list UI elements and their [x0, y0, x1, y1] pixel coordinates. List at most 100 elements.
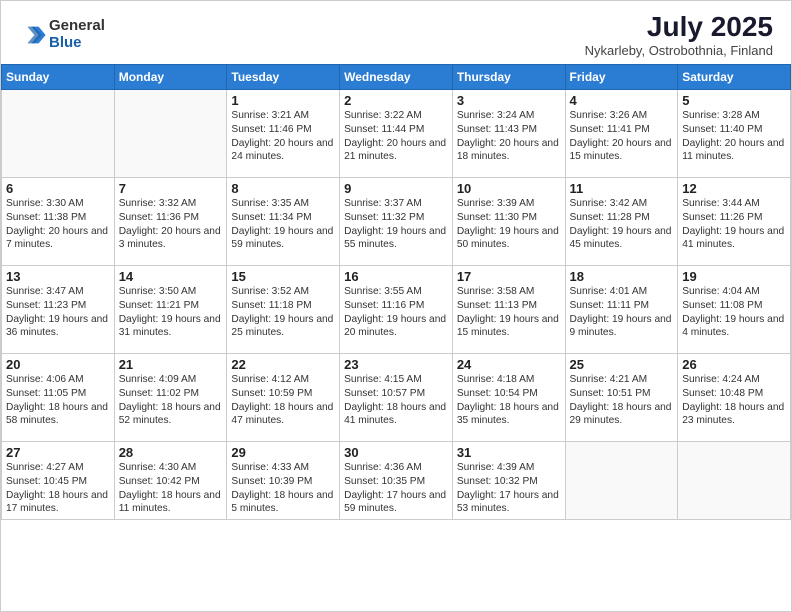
- day-cell: 3Sunrise: 3:24 AM Sunset: 11:43 PM Dayli…: [452, 90, 565, 178]
- col-monday: Monday: [114, 65, 227, 90]
- day-info: Sunrise: 3:24 AM Sunset: 11:43 PM Daylig…: [457, 109, 561, 164]
- day-cell: 26Sunrise: 4:24 AM Sunset: 10:48 PM Dayl…: [678, 354, 791, 442]
- week-row-2: 6Sunrise: 3:30 AM Sunset: 11:38 PM Dayli…: [2, 178, 791, 266]
- day-info: Sunrise: 4:04 AM Sunset: 11:08 PM Daylig…: [682, 285, 786, 340]
- day-info: Sunrise: 4:36 AM Sunset: 10:35 PM Daylig…: [344, 461, 448, 516]
- month-title: July 2025: [585, 11, 773, 43]
- day-number: 29: [231, 445, 335, 460]
- logo-text: General Blue: [49, 18, 105, 51]
- day-info: Sunrise: 3:50 AM Sunset: 11:21 PM Daylig…: [119, 285, 223, 340]
- calendar-page: General Blue July 2025 Nykarleby, Ostrob…: [0, 0, 792, 612]
- day-cell: 16Sunrise: 3:55 AM Sunset: 11:16 PM Dayl…: [340, 266, 453, 354]
- day-info: Sunrise: 3:37 AM Sunset: 11:32 PM Daylig…: [344, 197, 448, 252]
- day-number: 17: [457, 269, 561, 284]
- day-number: 31: [457, 445, 561, 460]
- day-number: 4: [570, 93, 674, 108]
- day-number: 2: [344, 93, 448, 108]
- day-info: Sunrise: 3:28 AM Sunset: 11:40 PM Daylig…: [682, 109, 786, 164]
- day-number: 30: [344, 445, 448, 460]
- day-number: 12: [682, 181, 786, 196]
- week-row-1: 1Sunrise: 3:21 AM Sunset: 11:46 PM Dayli…: [2, 90, 791, 178]
- day-number: 13: [6, 269, 110, 284]
- day-cell: 12Sunrise: 3:44 AM Sunset: 11:26 PM Dayl…: [678, 178, 791, 266]
- day-info: Sunrise: 4:18 AM Sunset: 10:54 PM Daylig…: [457, 373, 561, 428]
- day-number: 10: [457, 181, 561, 196]
- day-number: 22: [231, 357, 335, 372]
- day-cell: 27Sunrise: 4:27 AM Sunset: 10:45 PM Dayl…: [2, 442, 115, 520]
- day-info: Sunrise: 3:21 AM Sunset: 11:46 PM Daylig…: [231, 109, 335, 164]
- header-row: Sunday Monday Tuesday Wednesday Thursday…: [2, 65, 791, 90]
- day-cell: 7Sunrise: 3:32 AM Sunset: 11:36 PM Dayli…: [114, 178, 227, 266]
- day-cell: [2, 90, 115, 178]
- col-thursday: Thursday: [452, 65, 565, 90]
- day-info: Sunrise: 3:55 AM Sunset: 11:16 PM Daylig…: [344, 285, 448, 340]
- day-info: Sunrise: 3:22 AM Sunset: 11:44 PM Daylig…: [344, 109, 448, 164]
- day-number: 18: [570, 269, 674, 284]
- day-cell: 2Sunrise: 3:22 AM Sunset: 11:44 PM Dayli…: [340, 90, 453, 178]
- day-cell: [678, 442, 791, 520]
- day-info: Sunrise: 4:09 AM Sunset: 11:02 PM Daylig…: [119, 373, 223, 428]
- logo-general-text: General: [49, 18, 105, 35]
- day-info: Sunrise: 4:12 AM Sunset: 10:59 PM Daylig…: [231, 373, 335, 428]
- day-number: 7: [119, 181, 223, 196]
- day-info: Sunrise: 4:24 AM Sunset: 10:48 PM Daylig…: [682, 373, 786, 428]
- day-number: 16: [344, 269, 448, 284]
- day-number: 24: [457, 357, 561, 372]
- location-subtitle: Nykarleby, Ostrobothnia, Finland: [585, 43, 773, 58]
- day-number: 21: [119, 357, 223, 372]
- header: General Blue July 2025 Nykarleby, Ostrob…: [1, 1, 791, 64]
- day-info: Sunrise: 3:44 AM Sunset: 11:26 PM Daylig…: [682, 197, 786, 252]
- day-info: Sunrise: 3:58 AM Sunset: 11:13 PM Daylig…: [457, 285, 561, 340]
- day-cell: 30Sunrise: 4:36 AM Sunset: 10:35 PM Dayl…: [340, 442, 453, 520]
- day-cell: 19Sunrise: 4:04 AM Sunset: 11:08 PM Dayl…: [678, 266, 791, 354]
- day-cell: 13Sunrise: 3:47 AM Sunset: 11:23 PM Dayl…: [2, 266, 115, 354]
- day-cell: [114, 90, 227, 178]
- day-cell: 29Sunrise: 4:33 AM Sunset: 10:39 PM Dayl…: [227, 442, 340, 520]
- logo-icon: [19, 21, 47, 49]
- day-number: 9: [344, 181, 448, 196]
- day-info: Sunrise: 3:39 AM Sunset: 11:30 PM Daylig…: [457, 197, 561, 252]
- day-cell: 28Sunrise: 4:30 AM Sunset: 10:42 PM Dayl…: [114, 442, 227, 520]
- day-cell: 24Sunrise: 4:18 AM Sunset: 10:54 PM Dayl…: [452, 354, 565, 442]
- day-cell: 31Sunrise: 4:39 AM Sunset: 10:32 PM Dayl…: [452, 442, 565, 520]
- day-cell: 11Sunrise: 3:42 AM Sunset: 11:28 PM Dayl…: [565, 178, 678, 266]
- calendar-table: Sunday Monday Tuesday Wednesday Thursday…: [1, 64, 791, 520]
- day-info: Sunrise: 4:01 AM Sunset: 11:11 PM Daylig…: [570, 285, 674, 340]
- day-info: Sunrise: 4:15 AM Sunset: 10:57 PM Daylig…: [344, 373, 448, 428]
- day-cell: 21Sunrise: 4:09 AM Sunset: 11:02 PM Dayl…: [114, 354, 227, 442]
- day-number: 14: [119, 269, 223, 284]
- day-cell: 23Sunrise: 4:15 AM Sunset: 10:57 PM Dayl…: [340, 354, 453, 442]
- day-cell: 25Sunrise: 4:21 AM Sunset: 10:51 PM Dayl…: [565, 354, 678, 442]
- col-friday: Friday: [565, 65, 678, 90]
- day-info: Sunrise: 4:06 AM Sunset: 11:05 PM Daylig…: [6, 373, 110, 428]
- day-info: Sunrise: 4:27 AM Sunset: 10:45 PM Daylig…: [6, 461, 110, 516]
- day-info: Sunrise: 3:35 AM Sunset: 11:34 PM Daylig…: [231, 197, 335, 252]
- week-row-5: 27Sunrise: 4:27 AM Sunset: 10:45 PM Dayl…: [2, 442, 791, 520]
- col-wednesday: Wednesday: [340, 65, 453, 90]
- day-cell: 10Sunrise: 3:39 AM Sunset: 11:30 PM Dayl…: [452, 178, 565, 266]
- day-number: 23: [344, 357, 448, 372]
- col-tuesday: Tuesday: [227, 65, 340, 90]
- day-number: 28: [119, 445, 223, 460]
- title-block: July 2025 Nykarleby, Ostrobothnia, Finla…: [585, 11, 773, 58]
- day-info: Sunrise: 4:39 AM Sunset: 10:32 PM Daylig…: [457, 461, 561, 516]
- day-number: 6: [6, 181, 110, 196]
- day-number: 26: [682, 357, 786, 372]
- col-saturday: Saturday: [678, 65, 791, 90]
- day-cell: 1Sunrise: 3:21 AM Sunset: 11:46 PM Dayli…: [227, 90, 340, 178]
- day-info: Sunrise: 3:42 AM Sunset: 11:28 PM Daylig…: [570, 197, 674, 252]
- day-info: Sunrise: 4:21 AM Sunset: 10:51 PM Daylig…: [570, 373, 674, 428]
- day-cell: 9Sunrise: 3:37 AM Sunset: 11:32 PM Dayli…: [340, 178, 453, 266]
- day-number: 3: [457, 93, 561, 108]
- day-cell: 22Sunrise: 4:12 AM Sunset: 10:59 PM Dayl…: [227, 354, 340, 442]
- day-cell: 15Sunrise: 3:52 AM Sunset: 11:18 PM Dayl…: [227, 266, 340, 354]
- day-cell: 18Sunrise: 4:01 AM Sunset: 11:11 PM Dayl…: [565, 266, 678, 354]
- day-cell: 20Sunrise: 4:06 AM Sunset: 11:05 PM Dayl…: [2, 354, 115, 442]
- day-number: 15: [231, 269, 335, 284]
- day-number: 8: [231, 181, 335, 196]
- day-info: Sunrise: 4:33 AM Sunset: 10:39 PM Daylig…: [231, 461, 335, 516]
- day-cell: 8Sunrise: 3:35 AM Sunset: 11:34 PM Dayli…: [227, 178, 340, 266]
- day-cell: 17Sunrise: 3:58 AM Sunset: 11:13 PM Dayl…: [452, 266, 565, 354]
- day-cell: 5Sunrise: 3:28 AM Sunset: 11:40 PM Dayli…: [678, 90, 791, 178]
- day-cell: 6Sunrise: 3:30 AM Sunset: 11:38 PM Dayli…: [2, 178, 115, 266]
